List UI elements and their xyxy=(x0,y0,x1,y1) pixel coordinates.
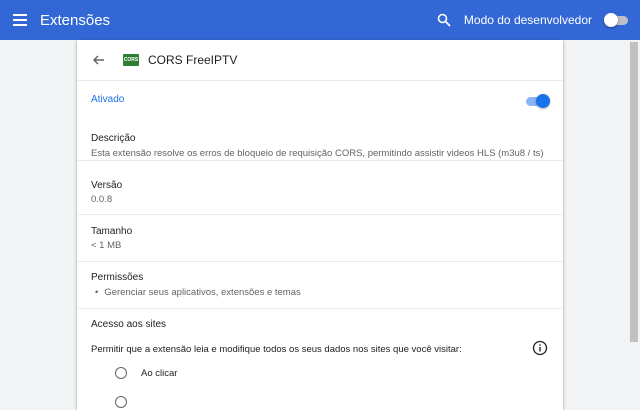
site-access-label: Acesso aos sites xyxy=(91,319,167,330)
enabled-toggle-knob xyxy=(536,94,550,108)
enabled-label: Ativado xyxy=(91,94,125,105)
permission-item: Gerenciar seus aplicativos, extensões e … xyxy=(104,287,301,298)
extension-details-card: CORS CORS FreeIPTV Ativado Descrição Est… xyxy=(77,40,563,410)
description-text: Esta extensão resolve os erros de bloque… xyxy=(91,148,544,159)
menu-icon[interactable] xyxy=(0,0,40,40)
details-header: CORS CORS FreeIPTV xyxy=(77,40,563,81)
size-value: < 1 MB xyxy=(91,240,122,251)
version-row: Versão 0.0.8 xyxy=(77,168,563,215)
radio-button[interactable] xyxy=(115,367,127,379)
extension-logo: CORS xyxy=(123,54,139,66)
bullet-icon: • xyxy=(95,287,99,298)
permissions-label: Permissões xyxy=(91,272,144,283)
developer-mode-toggle-knob xyxy=(604,13,618,27)
size-label: Tamanho xyxy=(91,226,133,237)
radio-label: Ao clicar xyxy=(141,367,178,379)
info-icon[interactable] xyxy=(532,340,548,356)
search-icon[interactable] xyxy=(434,10,454,30)
back-arrow-icon[interactable] xyxy=(89,50,109,70)
enabled-row: Ativado Descrição Esta extensão resolve … xyxy=(77,80,563,161)
extension-name: CORS FreeIPTV xyxy=(148,53,238,67)
version-label: Versão xyxy=(91,180,123,191)
page-title: Extensões xyxy=(40,11,111,29)
radio-button[interactable] xyxy=(115,396,127,408)
version-value: 0.0.8 xyxy=(91,194,113,205)
site-access-option-on-click[interactable]: Ao clicar xyxy=(115,367,177,379)
site-access-option-next[interactable] xyxy=(115,396,127,408)
developer-mode-label: Modo do desenvolvedor xyxy=(463,13,592,27)
description-label: Descrição xyxy=(91,133,136,144)
enabled-toggle[interactable] xyxy=(524,93,550,109)
scrollbar-thumb[interactable] xyxy=(630,42,638,342)
top-bar: Extensões Modo do desenvolvedor xyxy=(0,0,640,40)
top-bar-actions: Modo do desenvolvedor xyxy=(434,0,630,40)
permissions-list: • Gerenciar seus aplicativos, extensões … xyxy=(91,287,301,298)
site-access-description: Permitir que a extensão leia e modifique… xyxy=(91,344,462,355)
developer-mode-toggle[interactable] xyxy=(604,12,630,28)
permissions-row: Permissões • Gerenciar seus aplicativos,… xyxy=(77,261,563,309)
size-row: Tamanho < 1 MB xyxy=(77,214,563,262)
